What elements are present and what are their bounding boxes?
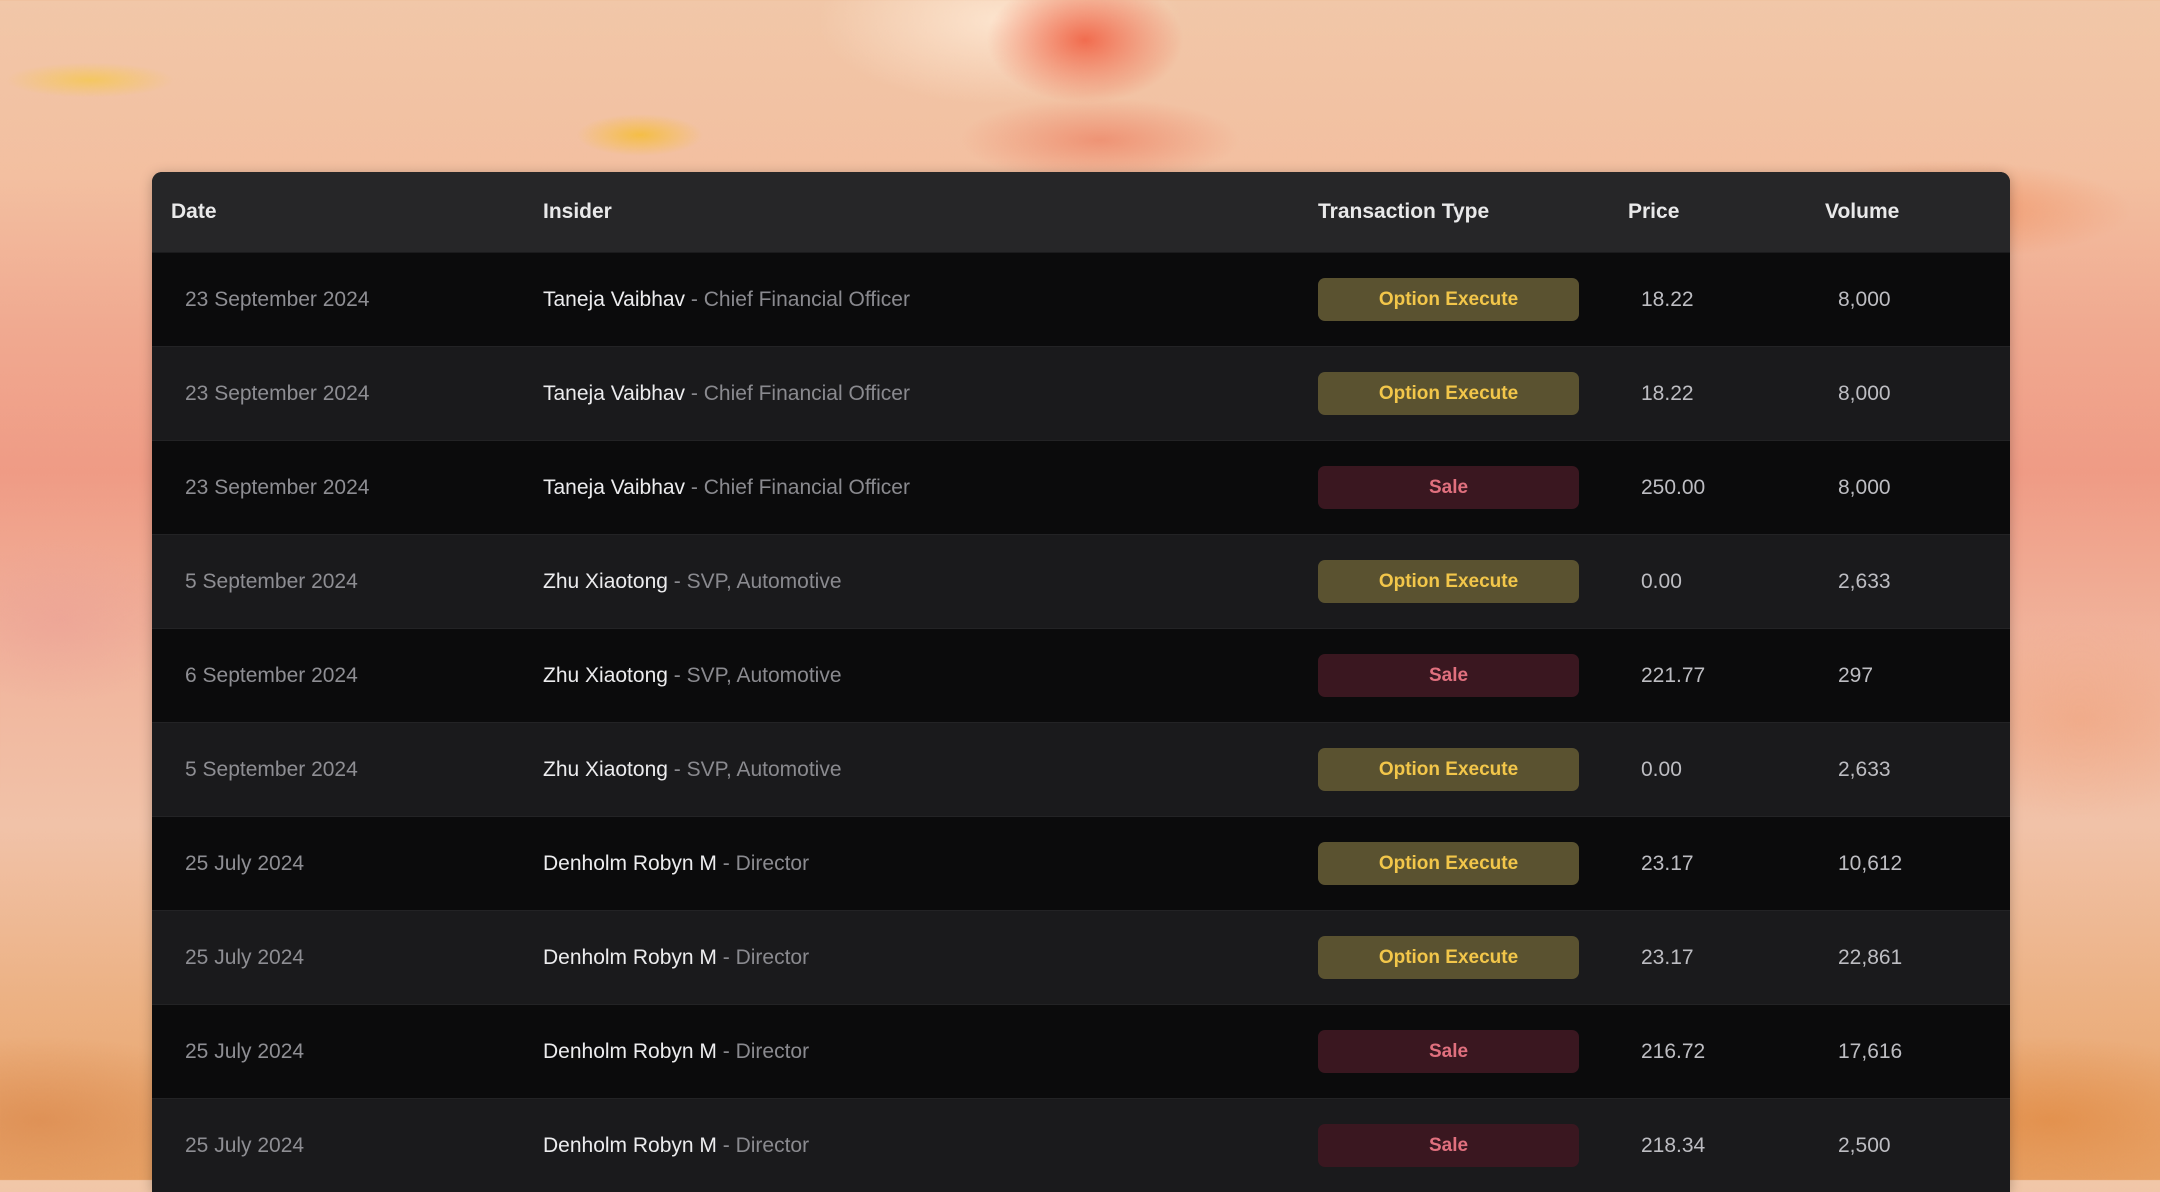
insider-separator: - — [722, 946, 730, 969]
insider-separator: - — [673, 664, 681, 687]
table-row[interactable]: 6 September 2024 Zhu Xiaotong - SVP, Auto… — [152, 629, 2010, 723]
insider-name[interactable]: Denholm Robyn M — [543, 1134, 717, 1157]
row-date: 25 July 2024 — [185, 1134, 305, 1157]
row-price: 216.72 — [1641, 1040, 1706, 1063]
insider-separator: - — [673, 758, 681, 781]
insider-role: Director — [735, 852, 810, 875]
insider-name[interactable]: Denholm Robyn M — [543, 852, 717, 875]
row-insider: Zhu Xiaotong - SVP, Automotive — [543, 723, 842, 816]
table-header: Date Insider Transaction Type Price Volu… — [152, 172, 2010, 253]
row-insider: Taneja Vaibhav - Chief Financial Officer — [543, 347, 910, 440]
column-header-insider[interactable]: Insider — [543, 172, 612, 252]
insider-separator: - — [722, 1134, 730, 1157]
row-insider: Denholm Robyn M - Director — [543, 1005, 809, 1098]
row-date: 23 September 2024 — [185, 382, 370, 405]
table-row[interactable]: 23 September 2024 Taneja Vaibhav - Chief … — [152, 347, 2010, 441]
table-row[interactable]: 25 July 2024 Denholm Robyn M - Director Op… — [152, 817, 2010, 911]
transaction-type-badge: Sale — [1318, 1030, 1579, 1073]
column-header-volume[interactable]: Volume — [1825, 172, 1899, 252]
insider-name[interactable]: Zhu Xiaotong — [543, 664, 668, 687]
row-insider: Denholm Robyn M - Director — [543, 1099, 809, 1192]
row-price: 18.22 — [1641, 288, 1694, 311]
transaction-type-badge: Sale — [1318, 1124, 1579, 1167]
insider-role: SVP, Automotive — [686, 758, 842, 781]
insider-separator: - — [690, 476, 698, 499]
row-volume: 297 — [1838, 664, 1874, 687]
row-date: 6 September 2024 — [185, 664, 358, 687]
insider-name[interactable]: Zhu Xiaotong — [543, 570, 668, 593]
row-insider: Denholm Robyn M - Director — [543, 817, 809, 910]
transaction-type-badge: Option Execute — [1318, 278, 1579, 321]
insider-name[interactable]: Denholm Robyn M — [543, 946, 717, 969]
insider-separator: - — [722, 852, 730, 875]
row-volume: 8,000 — [1838, 476, 1891, 499]
row-volume: 2,633 — [1838, 570, 1891, 593]
transaction-type-badge: Sale — [1318, 654, 1579, 697]
table-row[interactable]: 5 September 2024 Zhu Xiaotong - SVP, Auto… — [152, 723, 2010, 817]
row-volume: 10,612 — [1838, 852, 1903, 875]
insider-separator: - — [673, 570, 681, 593]
insider-role: Chief Financial Officer — [703, 476, 910, 499]
insider-name[interactable]: Zhu Xiaotong — [543, 758, 668, 781]
row-insider: Taneja Vaibhav - Chief Financial Officer — [543, 253, 910, 346]
column-header-date[interactable]: Date — [171, 172, 217, 252]
insider-separator: - — [722, 1040, 730, 1063]
row-volume: 2,633 — [1838, 758, 1891, 781]
row-price: 0.00 — [1641, 758, 1682, 781]
row-volume: 8,000 — [1838, 288, 1891, 311]
row-price: 23.17 — [1641, 852, 1694, 875]
table-row[interactable]: 23 September 2024 Taneja Vaibhav - Chief … — [152, 253, 2010, 347]
column-header-transaction-type[interactable]: Transaction Type — [1318, 172, 1489, 252]
row-price: 218.34 — [1641, 1134, 1706, 1157]
table-row[interactable]: 25 July 2024 Denholm Robyn M - Director Op… — [152, 911, 2010, 1005]
insider-role: SVP, Automotive — [686, 664, 842, 687]
insider-transactions-table: Date Insider Transaction Type Price Volu… — [152, 172, 2010, 1192]
transaction-type-badge: Option Execute — [1318, 748, 1579, 791]
row-price: 250.00 — [1641, 476, 1706, 499]
row-date: 5 September 2024 — [185, 570, 358, 593]
insider-role: Chief Financial Officer — [703, 288, 910, 311]
insider-role: SVP, Automotive — [686, 570, 842, 593]
row-price: 23.17 — [1641, 946, 1694, 969]
column-header-price[interactable]: Price — [1628, 172, 1679, 252]
row-price: 0.00 — [1641, 570, 1682, 593]
row-date: 23 September 2024 — [185, 476, 370, 499]
row-date: 23 September 2024 — [185, 288, 370, 311]
row-volume: 8,000 — [1838, 382, 1891, 405]
row-insider: Taneja Vaibhav - Chief Financial Officer — [543, 441, 910, 534]
row-volume: 17,616 — [1838, 1040, 1903, 1063]
row-date: 25 July 2024 — [185, 1040, 305, 1063]
insider-role: Chief Financial Officer — [703, 382, 910, 405]
table-row[interactable]: 25 July 2024 Denholm Robyn M - Director Sa… — [152, 1099, 2010, 1192]
transaction-type-badge: Option Execute — [1318, 372, 1579, 415]
insider-role: Director — [735, 946, 810, 969]
row-date: 25 July 2024 — [185, 946, 305, 969]
row-price: 18.22 — [1641, 382, 1694, 405]
insider-role: Director — [735, 1040, 810, 1063]
insider-separator: - — [690, 382, 698, 405]
table-body: 23 September 2024 Taneja Vaibhav - Chief … — [152, 253, 2010, 1192]
row-date: 25 July 2024 — [185, 852, 305, 875]
transaction-type-badge: Option Execute — [1318, 560, 1579, 603]
insider-name[interactable]: Taneja Vaibhav — [543, 476, 685, 499]
table-row[interactable]: 25 July 2024 Denholm Robyn M - Director Sa… — [152, 1005, 2010, 1099]
row-volume: 2,500 — [1838, 1134, 1891, 1157]
row-insider: Zhu Xiaotong - SVP, Automotive — [543, 535, 842, 628]
insider-name[interactable]: Denholm Robyn M — [543, 1040, 717, 1063]
row-volume: 22,861 — [1838, 946, 1903, 969]
row-price: 221.77 — [1641, 664, 1706, 687]
insider-role: Director — [735, 1134, 810, 1157]
row-date: 5 September 2024 — [185, 758, 358, 781]
insider-name[interactable]: Taneja Vaibhav — [543, 288, 685, 311]
transaction-type-badge: Option Execute — [1318, 936, 1579, 979]
insider-name[interactable]: Taneja Vaibhav — [543, 382, 685, 405]
row-insider: Zhu Xiaotong - SVP, Automotive — [543, 629, 842, 722]
transaction-type-badge: Option Execute — [1318, 842, 1579, 885]
transaction-type-badge: Sale — [1318, 466, 1579, 509]
row-insider: Denholm Robyn M - Director — [543, 911, 809, 1004]
insider-separator: - — [690, 288, 698, 311]
table-row[interactable]: 23 September 2024 Taneja Vaibhav - Chief … — [152, 441, 2010, 535]
table-row[interactable]: 5 September 2024 Zhu Xiaotong - SVP, Auto… — [152, 535, 2010, 629]
